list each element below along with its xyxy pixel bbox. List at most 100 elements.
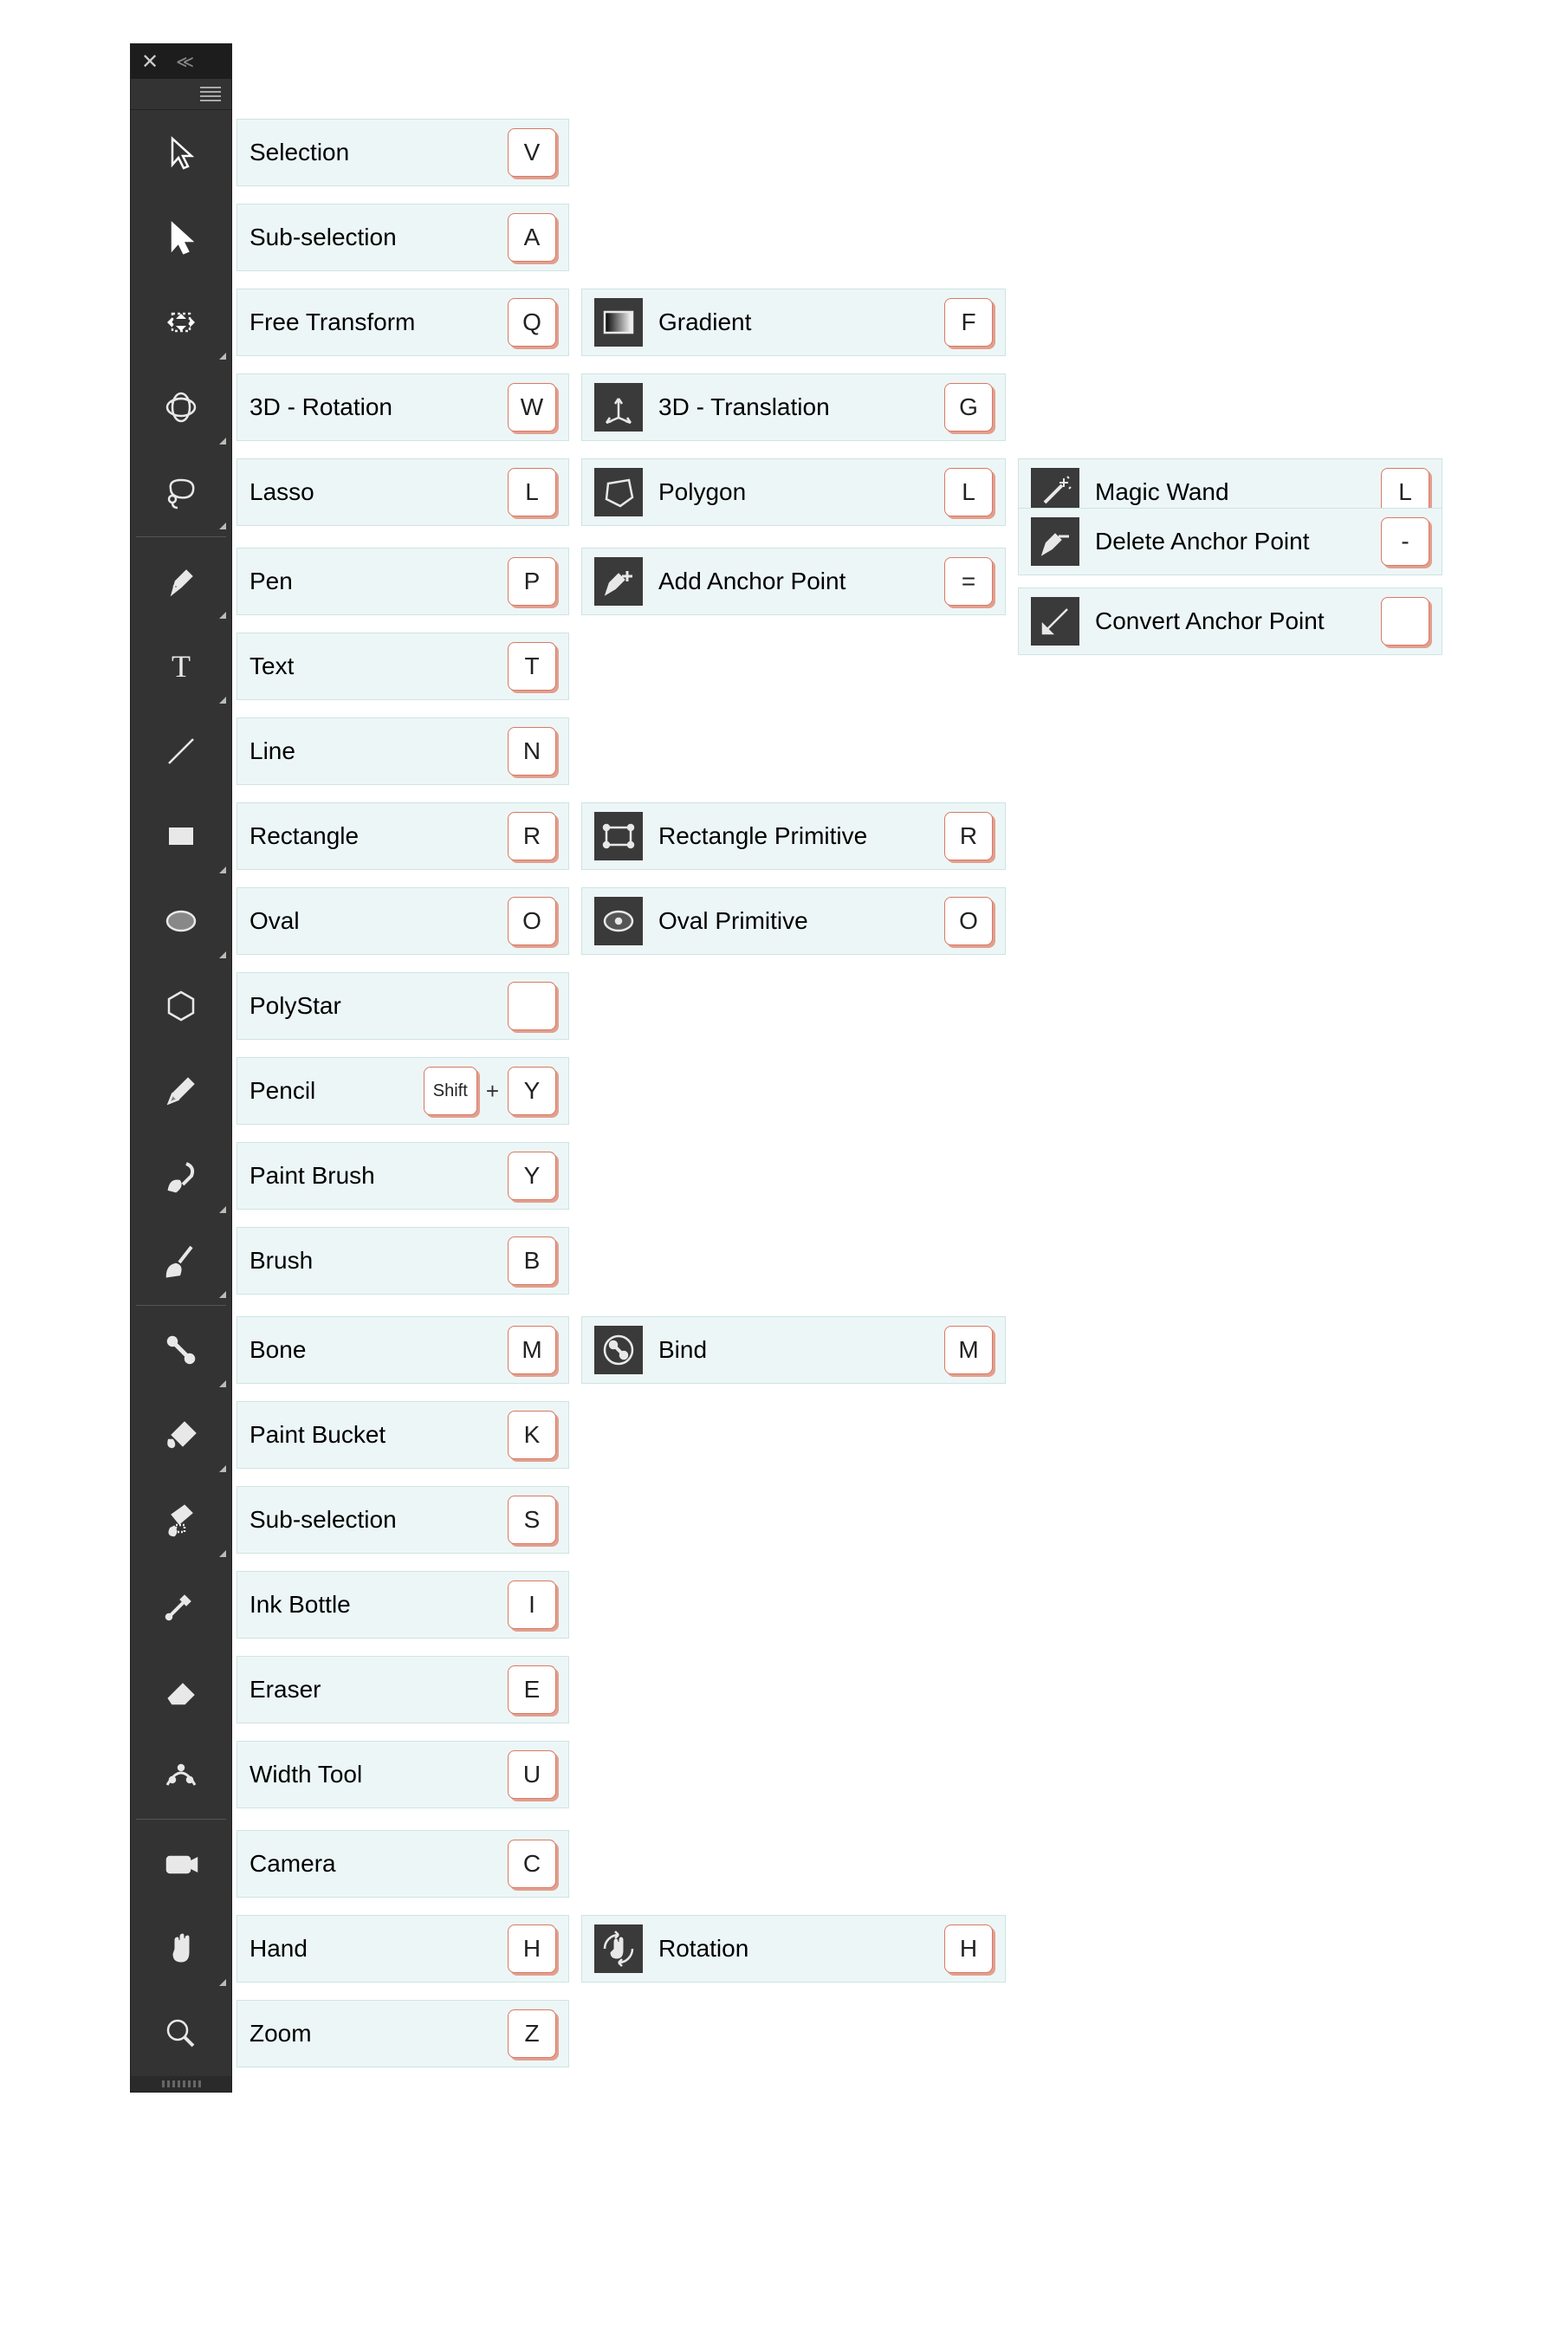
brush-icon xyxy=(155,1235,207,1287)
tool-name: 3D - Translation xyxy=(658,393,944,421)
rotation-icon xyxy=(594,1924,643,1973)
tool-text[interactable]: T xyxy=(131,624,231,709)
plus-icon: + xyxy=(483,1078,502,1105)
tool-label-oval: Oval O xyxy=(236,887,569,955)
tool-name: Sub-selection xyxy=(249,1506,508,1534)
shortcut-key xyxy=(1381,597,1429,646)
tool-name: Bind xyxy=(658,1336,944,1364)
tool-label-rectangle: Rectangle R xyxy=(236,802,569,870)
tool-label-eraser: Eraser E xyxy=(236,1656,569,1723)
tool-label-bind: Bind M xyxy=(581,1316,1006,1384)
tool-paint-brush[interactable] xyxy=(131,1133,231,1218)
tool-label-delete-anchor: Delete Anchor Point - xyxy=(1018,508,1442,575)
tool-name: Brush xyxy=(249,1247,508,1275)
tool-label-rotation: Rotation H xyxy=(581,1915,1006,1983)
tool-label-convert-anchor: Convert Anchor Point xyxy=(1018,587,1442,655)
tool-label-ink-bottle: Ink Bottle I xyxy=(236,1571,569,1639)
bone-icon xyxy=(155,1324,207,1376)
tool-selection[interactable] xyxy=(131,110,231,195)
tool-label-3d-rotation: 3D - Rotation W xyxy=(236,373,569,441)
shortcut-key: - xyxy=(1381,517,1429,566)
tool-name: Magic Wand xyxy=(1095,478,1381,506)
close-icon[interactable]: ✕ xyxy=(141,49,159,75)
shortcut-key: I xyxy=(508,1580,556,1629)
panel-menu-icon[interactable] xyxy=(200,87,221,102)
tool-sub-selection-2[interactable] xyxy=(131,1477,231,1562)
shortcut-key: R xyxy=(944,812,993,860)
panel-resize-grip[interactable] xyxy=(131,2076,231,2092)
shortcut-key: C xyxy=(508,1840,556,1888)
shortcut-key: O xyxy=(508,897,556,945)
shortcut-key: Q xyxy=(508,298,556,347)
shortcut-key: E xyxy=(508,1665,556,1714)
tool-label-polystar: PolyStar xyxy=(236,972,569,1040)
paint-bucket-icon xyxy=(155,1409,207,1461)
convert-anchor-icon xyxy=(1031,597,1079,646)
tool-rectangle[interactable] xyxy=(131,794,231,879)
flyout-indicator-icon xyxy=(219,353,226,360)
tool-label-line: Line N xyxy=(236,717,569,785)
tool-brush[interactable] xyxy=(131,1218,231,1303)
tool-sub-selection[interactable] xyxy=(131,195,231,280)
shortcut-key: S xyxy=(508,1496,556,1544)
shortcut-key: B xyxy=(508,1236,556,1285)
shortcut-key: W xyxy=(508,383,556,432)
polystar-icon xyxy=(155,980,207,1032)
svg-text:T: T xyxy=(172,649,191,684)
tool-polystar[interactable] xyxy=(131,964,231,1048)
bind-icon xyxy=(594,1326,643,1374)
flyout-indicator-icon xyxy=(219,1550,226,1557)
tool-zoom[interactable] xyxy=(131,1991,231,2076)
tool-label-paint-bucket: Paint Bucket K xyxy=(236,1401,569,1469)
tool-label-paint-brush: Paint Brush Y xyxy=(236,1142,569,1210)
tool-label-rect-prim: Rectangle Primitive R xyxy=(581,802,1006,870)
tool-ink-bottle[interactable] xyxy=(131,1562,231,1647)
flyout-indicator-icon xyxy=(219,1979,226,1986)
tool-paint-bucket[interactable] xyxy=(131,1392,231,1477)
free-transform-icon xyxy=(155,296,207,348)
tool-hand[interactable] xyxy=(131,1906,231,1991)
tool-label-3d-translation: 3D - Translation G xyxy=(581,373,1006,441)
shortcut-key: R xyxy=(508,812,556,860)
shortcut-key: Shift xyxy=(424,1067,477,1115)
panel-header: ✕ ≪ xyxy=(131,44,231,79)
tool-eraser[interactable] xyxy=(131,1647,231,1732)
tool-name: Rectangle Primitive xyxy=(658,822,944,850)
zoom-icon xyxy=(155,2008,207,2060)
tool-name: Gradient xyxy=(658,308,944,336)
tool-name: Sub-selection xyxy=(249,224,508,251)
tool-width-tool[interactable] xyxy=(131,1732,231,1817)
tool-name: Pen xyxy=(249,568,508,595)
tools-panel: ✕ ≪ Selection V Sub-selection A xyxy=(130,43,232,2093)
tool-oval[interactable] xyxy=(131,879,231,964)
tool-label-sub-selection: Sub-selection A xyxy=(236,204,569,271)
flyout-indicator-icon xyxy=(219,1206,226,1213)
tool-bone[interactable] xyxy=(131,1308,231,1392)
pen-icon xyxy=(155,555,207,607)
section-divider xyxy=(136,1305,226,1306)
collapse-icon[interactable]: ≪ xyxy=(176,51,189,73)
tool-lasso[interactable] xyxy=(131,450,231,535)
tool-label-pencil: Pencil Shift + Y xyxy=(236,1057,569,1125)
tool-line[interactable] xyxy=(131,709,231,794)
tool-label-bone: Bone M xyxy=(236,1316,569,1384)
tool-3d-rotation[interactable] xyxy=(131,365,231,450)
tool-pencil[interactable] xyxy=(131,1048,231,1133)
pencil-icon xyxy=(155,1065,207,1117)
tool-pen[interactable] xyxy=(131,539,231,624)
tool-free-transform[interactable] xyxy=(131,280,231,365)
tool-label-text: Text T xyxy=(236,633,569,700)
shortcut-key: K xyxy=(508,1411,556,1459)
tool-label-pen: Pen P xyxy=(236,548,569,615)
tool-camera[interactable] xyxy=(131,1821,231,1906)
ink-bottle-icon xyxy=(155,1579,207,1631)
rect-prim-icon xyxy=(594,812,643,860)
tool-label-oval-prim: Oval Primitive O xyxy=(581,887,1006,955)
tool-name: 3D - Rotation xyxy=(249,393,508,421)
shortcut-key: O xyxy=(944,897,993,945)
shortcut-key: T xyxy=(508,642,556,691)
tool-name: Free Transform xyxy=(249,308,508,336)
shortcut-key: Y xyxy=(508,1152,556,1200)
tool-name: Text xyxy=(249,652,508,680)
gradient-icon xyxy=(594,298,643,347)
